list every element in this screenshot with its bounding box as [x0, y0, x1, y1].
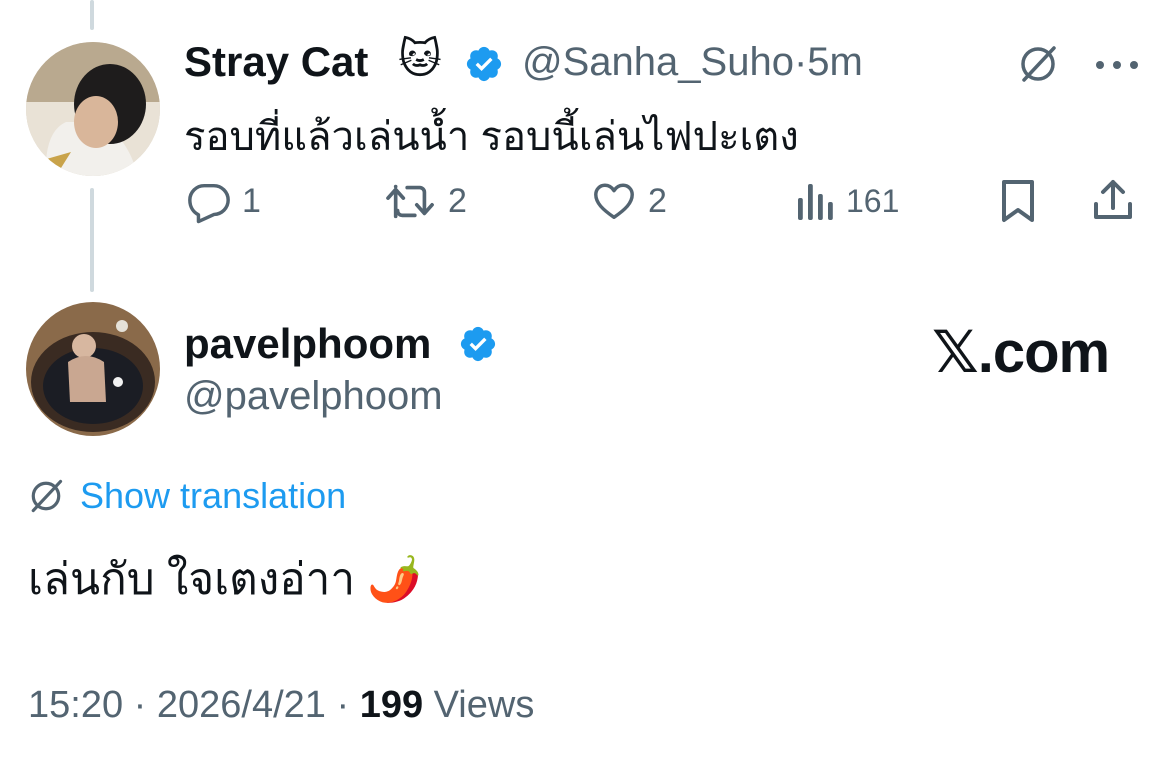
- retweet-icon: [386, 184, 434, 219]
- reply-count: 1: [242, 181, 261, 220]
- display-name[interactable]: Stray Cat: [184, 38, 368, 86]
- main-tweet-text: เล่นกับ ใจเตงอ่าา 🌶️: [28, 555, 423, 604]
- tweet-meta: 15:20 · 2026/4/21 · 199 Views: [28, 684, 534, 727]
- views-button[interactable]: 161: [796, 180, 899, 222]
- handle-and-time[interactable]: @Sanha_Suho·5m: [522, 40, 863, 85]
- verified-badge-icon: [458, 324, 498, 364]
- avatar[interactable]: [26, 42, 160, 176]
- views-count: 161: [846, 182, 900, 219]
- x-com-logo: 𝕏.com: [932, 320, 1110, 385]
- bookmark-icon[interactable]: [998, 178, 1038, 229]
- show-translation-label: Show translation: [80, 475, 347, 516]
- thread-line-bottom: [90, 188, 94, 292]
- show-translation-link[interactable]: Show translation: [26, 475, 346, 517]
- name-emoji: 🐱: [398, 35, 442, 82]
- like-icon: [594, 183, 634, 220]
- share-icon[interactable]: [1090, 176, 1136, 229]
- like-count: 2: [648, 181, 667, 220]
- views-label: Views: [423, 684, 535, 726]
- translate-icon: [31, 479, 63, 513]
- translate-icon[interactable]: [1016, 42, 1060, 91]
- like-button[interactable]: 2: [590, 178, 667, 224]
- display-name[interactable]: pavelphoom: [184, 320, 431, 368]
- reply-button[interactable]: 1: [186, 178, 261, 224]
- thread-line-top: [90, 0, 94, 30]
- avatar[interactable]: [26, 302, 160, 436]
- retweet-button[interactable]: 2: [384, 178, 467, 224]
- retweet-count: 2: [448, 181, 467, 220]
- views-icon: [798, 184, 833, 220]
- handle[interactable]: @pavelphoom: [184, 374, 443, 419]
- more-icon[interactable]: [1094, 58, 1140, 76]
- verified-badge-icon: [464, 44, 504, 84]
- timestamp[interactable]: 15:20 · 2026/4/21 ·: [28, 684, 360, 726]
- views-count: 199: [359, 684, 424, 726]
- reply-icon: [188, 183, 230, 224]
- reply-tweet-text: รอบที่แล้วเล่นน้ำ รอบนี้เล่นไฟปะเตง: [184, 115, 799, 159]
